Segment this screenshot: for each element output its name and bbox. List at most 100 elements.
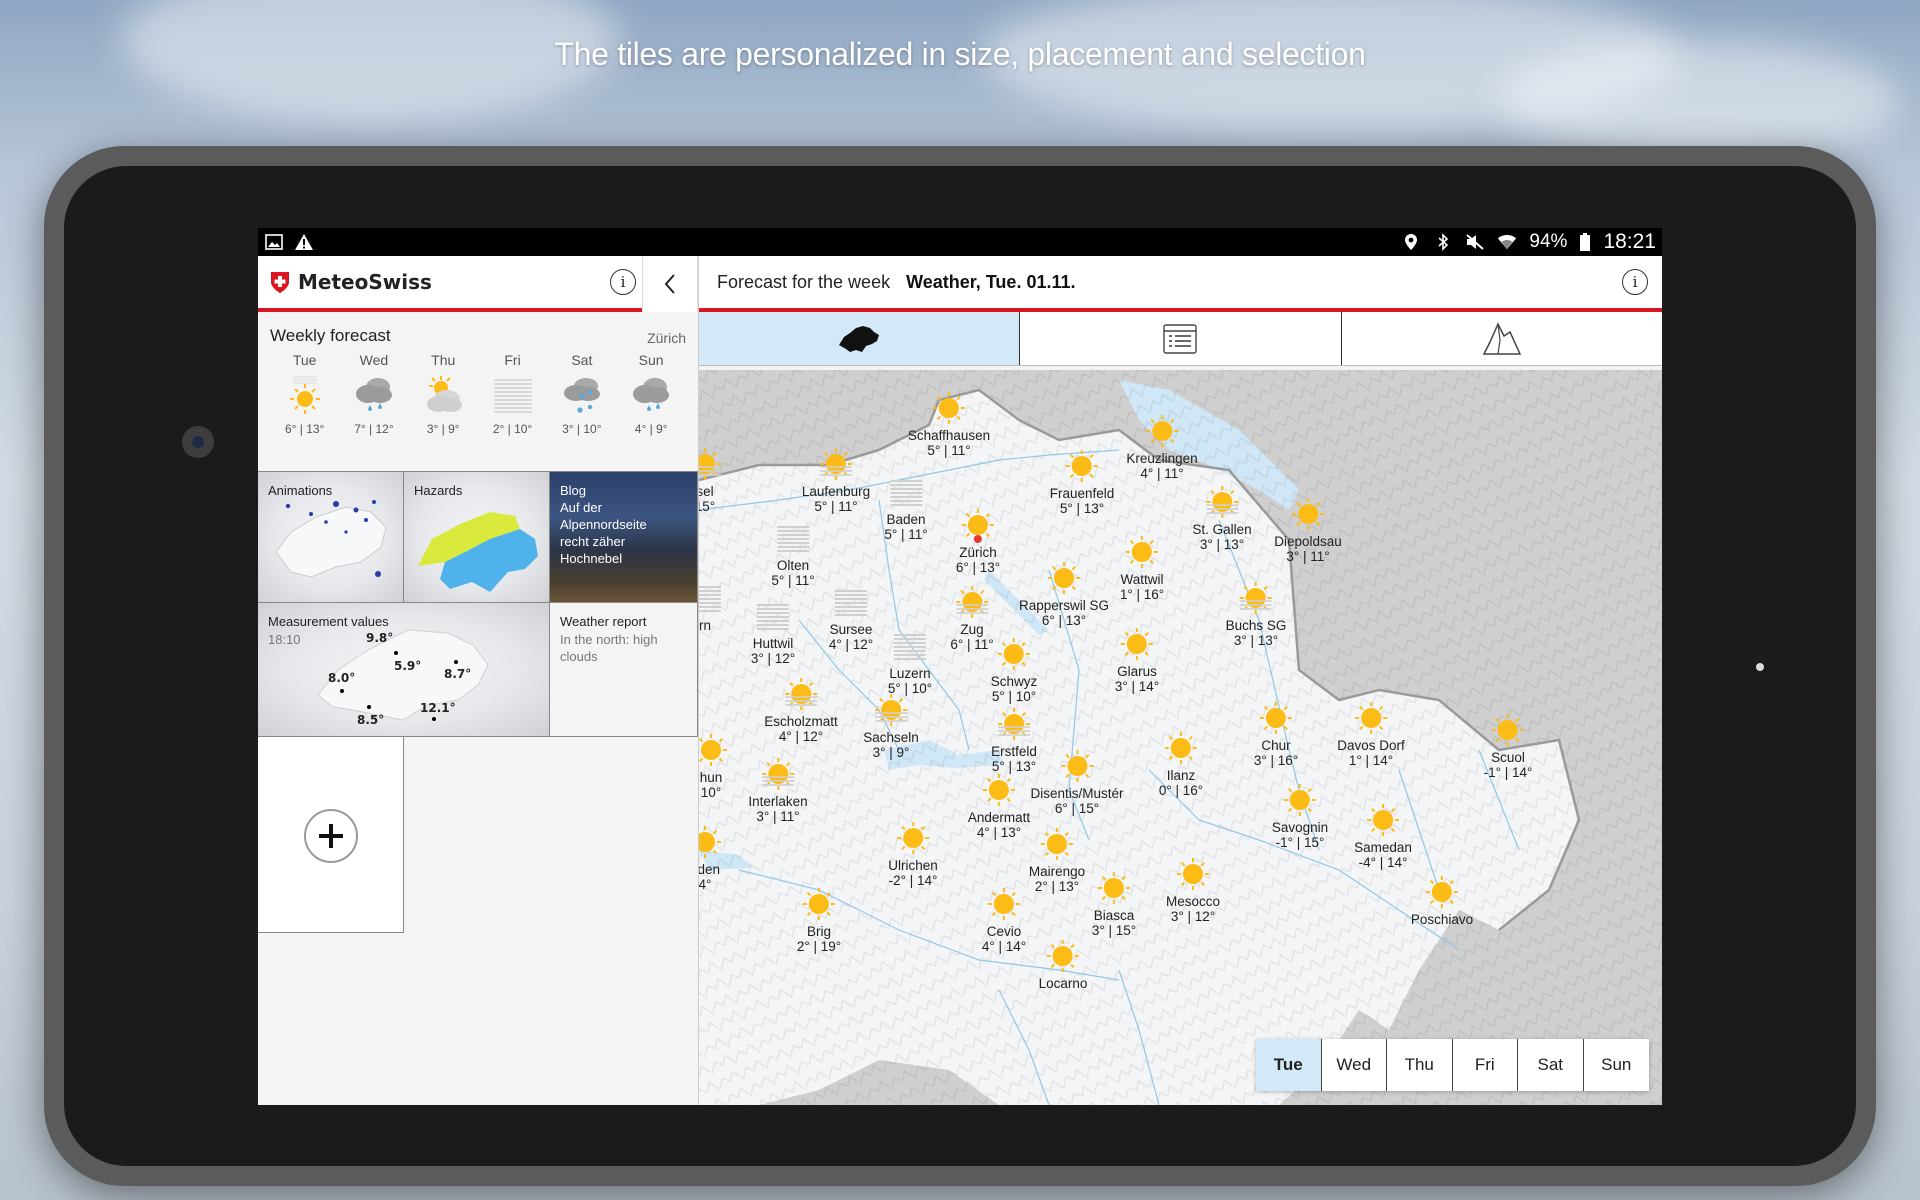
day-name: Sat: [571, 352, 593, 368]
station-dot: [367, 705, 371, 709]
city-temperature: 5° | 11°: [771, 573, 815, 588]
city-temperature: 3° | 13°: [1233, 633, 1279, 648]
weather-report-tile[interactable]: Weather report In the north: high clouds: [550, 603, 698, 737]
day-selector-sun[interactable]: Sun: [1583, 1039, 1649, 1091]
map-city-marker[interactable]: Savognin -1° | 15°: [1272, 782, 1328, 850]
day-temp: 2° | 10°: [492, 422, 533, 436]
map-city-marker[interactable]: oden4°: [699, 824, 723, 892]
city-temperature: -4° | 14°: [1358, 855, 1408, 870]
map-city-marker[interactable]: Sursee 4° | 12°: [829, 584, 873, 652]
map-city-marker[interactable]: Zug 6° | 11°: [950, 584, 994, 652]
weekly-forecast-tile[interactable]: Weekly forecast Zürich Tue 6° | 13° Wed …: [258, 316, 698, 472]
map-city-marker[interactable]: Schwyz 5° | 10°: [991, 636, 1037, 704]
sun-icon: [1163, 730, 1199, 766]
back-button[interactable]: [642, 256, 698, 312]
sun-icon: [801, 886, 837, 922]
add-tile-button[interactable]: [304, 809, 358, 863]
app-header: MeteoSwiss i: [258, 256, 698, 312]
battery-percentage: 94%: [1529, 231, 1568, 252]
detail-header: Forecast for the week Weather, Tue. 01.1…: [699, 256, 1662, 312]
map-city-marker[interactable]: Buchs SG 3° | 13°: [1226, 580, 1286, 648]
city-name: St. Gallen: [1192, 522, 1252, 537]
map-city-marker[interactable]: rn: [699, 580, 723, 633]
map-city-marker[interactable]: Zürich 6° | 13°: [956, 507, 1000, 575]
forecast-map[interactable]: Schaffhausen 5° | 11° Kreuzlingen 4° | 11° L…: [699, 370, 1662, 1105]
map-city-marker[interactable]: Poschiavo: [1411, 874, 1473, 927]
hazards-tile[interactable]: Hazards: [404, 472, 550, 603]
map-city-marker[interactable]: Baden 5° | 11°: [884, 474, 928, 542]
map-city-marker[interactable]: Scuol -1° | 14°: [1484, 712, 1532, 780]
city-temperature: 5° | 13°: [1059, 501, 1105, 516]
sun-icon: [1290, 496, 1326, 532]
map-city-marker[interactable]: St. Gallen 3° | 13°: [1192, 484, 1252, 552]
map-city-marker[interactable]: Locarno: [1039, 938, 1087, 991]
sun-icon: [1365, 802, 1401, 838]
sun-fog-icon: [760, 756, 796, 792]
forecast-day: Tue 6° | 13°: [270, 352, 339, 436]
fog-icon: [699, 580, 723, 616]
map-city-marker[interactable]: Disentis/Mustér 6° | 15°: [1030, 748, 1124, 816]
map-city-marker[interactable]: Mesocco 3° | 12°: [1166, 856, 1220, 924]
hazards-label: Hazards: [414, 483, 463, 498]
city-name: Mairengo: [1028, 864, 1086, 879]
day-selector-tue[interactable]: Tue: [1256, 1039, 1322, 1091]
map-city-marker[interactable]: Kreuzlingen 4° | 11°: [1126, 413, 1198, 481]
map-city-marker[interactable]: Ilanz 0° | 16°: [1159, 730, 1203, 798]
map-city-marker[interactable]: Chur 3° | 16°: [1254, 700, 1298, 768]
map-city-marker[interactable]: Rapperswil SG 6° | 13°: [1019, 560, 1109, 628]
day-selector-thu[interactable]: Thu: [1387, 1039, 1453, 1091]
map-city-marker[interactable]: Samedan -4° | 14°: [1354, 802, 1412, 870]
city-name: Interlaken: [748, 794, 808, 809]
day-name: Wed: [359, 352, 389, 368]
city-name: Mesocco: [1165, 894, 1221, 909]
tab-mountain[interactable]: [1341, 312, 1662, 365]
city-temperature: 3° | 14°: [1114, 679, 1160, 694]
map-city-marker[interactable]: Escholzmatt 4° | 12°: [764, 676, 838, 744]
map-city-marker[interactable]: Cevio 4° | 14°: [982, 886, 1026, 954]
animations-tile[interactable]: Animations: [258, 472, 404, 603]
mountain-icon: [1482, 321, 1521, 355]
swiss-shield-icon: [271, 272, 289, 293]
add-tile[interactable]: [258, 737, 404, 933]
map-city-marker[interactable]: Brig 2° | 19°: [797, 886, 841, 954]
image-notification-icon: [264, 233, 284, 251]
sun-icon: [1039, 826, 1075, 862]
warning-icon: [294, 233, 314, 251]
measurement-values-tile[interactable]: Measurement values 18:10 9.8° 5.9° 8.7° …: [258, 603, 550, 737]
map-city-marker[interactable]: Wattwil 1° | 16°: [1120, 534, 1164, 602]
day-selector-fri[interactable]: Fri: [1452, 1039, 1518, 1091]
map-city-marker[interactable]: Davos Dorf 1° | 14°: [1337, 700, 1405, 768]
map-city-marker[interactable]: Ulrichen -2° | 14°: [888, 820, 938, 888]
location-icon: [1401, 233, 1421, 251]
city-name: Glarus: [1117, 664, 1157, 679]
tab-map[interactable]: [699, 312, 1021, 365]
map-city-marker[interactable]: Glarus 3° | 14°: [1115, 626, 1159, 694]
measurement-label: Measurement values: [268, 614, 389, 629]
map-city-marker[interactable]: Biasca 3° | 15°: [1092, 870, 1136, 938]
city-name: sel: [699, 484, 714, 499]
map-city-marker[interactable]: hun 10°: [699, 732, 729, 800]
map-city-marker[interactable]: Mairengo 2° | 13°: [1029, 826, 1085, 894]
map-city-marker[interactable]: Schaffhausen 5° | 11°: [908, 390, 990, 458]
day-temp: 4° | 9°: [634, 422, 668, 436]
info-icon[interactable]: i: [610, 269, 636, 295]
map-city-marker[interactable]: Luzern 5° | 10°: [888, 628, 932, 696]
map-city-marker[interactable]: Laufenburg 5° | 11°: [802, 446, 870, 514]
map-city-marker[interactable]: Huttwil 3° | 12°: [751, 598, 795, 666]
info-icon[interactable]: i: [1622, 269, 1648, 295]
forecast-day: Sat 3° | 10°: [547, 352, 616, 436]
map-city-marker[interactable]: sel15°: [699, 446, 723, 514]
map-city-marker[interactable]: Frauenfeld 5° | 13°: [1050, 448, 1114, 516]
blog-label: Blog: [560, 483, 587, 498]
map-city-marker[interactable]: Interlaken 3° | 11°: [748, 756, 808, 824]
map-city-marker[interactable]: Diepoldsau 3° | 11°: [1274, 496, 1342, 564]
city-name: rn: [699, 618, 711, 633]
forecast-day: Fri 2° | 10°: [478, 352, 547, 436]
map-city-marker[interactable]: Sachseln 3° | 9°: [863, 692, 919, 760]
day-selector-wed[interactable]: Wed: [1321, 1039, 1387, 1091]
blog-tile[interactable]: Blog Auf der Alpennordseite recht zäher …: [550, 472, 698, 603]
map-city-marker[interactable]: Olten 5° | 11°: [771, 520, 815, 588]
day-selector-sat[interactable]: Sat: [1518, 1039, 1584, 1091]
tab-list[interactable]: [1020, 312, 1342, 365]
map-city-marker[interactable]: Andermatt 4° | 13°: [968, 772, 1030, 840]
